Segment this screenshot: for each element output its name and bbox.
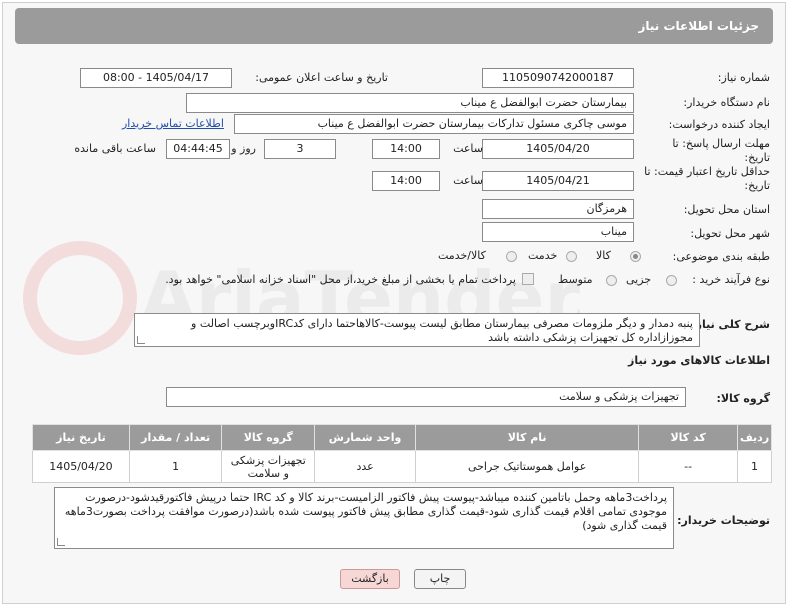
table-row[interactable]: 1 -- عوامل هموستاتیک جراحی عدد تجهیزات پ… <box>32 450 772 483</box>
remaining-label: ساعت باقی مانده <box>74 142 156 155</box>
buyer-notes-label: توضیحات خریدار: <box>677 514 770 527</box>
category-option-both: کالا/خدمت <box>438 249 486 262</box>
announce-label: تاریخ و ساعت اعلان عمومی: <box>255 71 388 84</box>
category-radio-service[interactable] <box>566 251 577 262</box>
cell-qty: 1 <box>128 450 223 483</box>
buyer-notes-textarea[interactable]: پرداخت3ماهه وحمل باتامین کننده میباشد-پی… <box>54 487 674 549</box>
days-label: روز و <box>231 142 256 155</box>
validity-time-label: ساعت <box>453 174 483 187</box>
col-row: ردیف <box>737 424 772 451</box>
province-field[interactable]: هرمزگان <box>482 199 634 219</box>
days-field[interactable]: 3 <box>264 139 336 159</box>
process-radio-minor[interactable] <box>666 275 677 286</box>
category-option-goods: کالا <box>596 249 611 262</box>
announce-field[interactable]: 1405/04/17 - 08:00 <box>80 68 232 88</box>
col-date: تاریخ نیاز <box>32 424 130 451</box>
city-label: شهر محل تحویل: <box>690 227 770 240</box>
cell-code: -- <box>638 450 739 483</box>
cell-group: تجهیزات پزشکی و سلامت <box>221 450 316 483</box>
need-number-field[interactable]: 1105090742000187 <box>482 68 634 88</box>
panel-header: جزئیات اطلاعات نیاز <box>15 8 773 44</box>
cell-date: 1405/04/20 <box>32 450 130 483</box>
requester-label: ایجاد کننده درخواست: <box>668 118 770 131</box>
cell-unit: عدد <box>314 450 417 483</box>
validity-label: حداقل تاریخ اعتبار قیمت: تا تاریخ: <box>644 165 770 192</box>
province-label: استان محل تحویل: <box>683 203 770 216</box>
buyer-org-field[interactable]: بیمارستان حضرت ابوالفضل ع میناب <box>186 93 634 113</box>
cell-name: عوامل هموستاتیک جراحی <box>415 450 640 483</box>
process-radio-medium[interactable] <box>606 275 617 286</box>
col-qty: تعداد / مقدار <box>128 424 223 451</box>
col-unit: واحد شمارش <box>314 424 417 451</box>
goods-info-title: اطلاعات کالاهای مورد نیاز <box>628 354 770 367</box>
requester-field[interactable]: موسی چاکری مسئول تدارکات بیمارستان حضرت … <box>234 114 634 134</box>
cell-row: 1 <box>737 450 772 483</box>
remaining-time-field[interactable]: 04:44:45 <box>166 139 230 159</box>
goods-group-label: گروه کالا: <box>716 392 770 405</box>
category-option-service: خدمت <box>528 249 558 262</box>
buyer-contact-link[interactable]: اطلاعات تماس خریدار <box>122 117 224 130</box>
col-name: نام کالا <box>415 424 640 451</box>
buyer-org-label: نام دستگاه خریدار: <box>683 96 770 109</box>
resize-handle[interactable] <box>137 336 145 344</box>
category-label: طبقه بندی موضوعی: <box>672 250 770 263</box>
description-textarea[interactable]: پنبه دمدار و دیگر ملزومات مصرفی بیمارستا… <box>134 313 700 347</box>
panel-title: جزئیات اطلاعات نیاز <box>638 19 759 33</box>
category-radio-both[interactable] <box>506 251 517 262</box>
deadline-time-label: ساعت <box>453 142 483 155</box>
deadline-label: مهلت ارسال پاسخ: تا تاریخ: <box>672 137 770 164</box>
back-button[interactable]: بازگشت <box>340 569 400 589</box>
validity-time-field[interactable]: 14:00 <box>372 171 440 191</box>
payment-checkbox[interactable] <box>522 273 534 285</box>
table-header-row: ردیف کد کالا نام کالا واحد شمارش گروه کا… <box>32 424 772 451</box>
process-option-medium: متوسط <box>558 273 593 286</box>
validity-date-field[interactable]: 1405/04/21 <box>482 171 634 191</box>
category-radio-goods[interactable] <box>630 251 641 262</box>
resize-handle[interactable] <box>57 538 65 546</box>
description-label: شرح کلی نیاز: <box>691 318 770 331</box>
need-number-label: شماره نیاز: <box>717 71 770 84</box>
deadline-time-field[interactable]: 14:00 <box>372 139 440 159</box>
col-group: گروه کالا <box>221 424 316 451</box>
city-field[interactable]: میناب <box>482 222 634 242</box>
goods-group-field[interactable]: تجهیزات پزشکی و سلامت <box>166 387 686 407</box>
print-button[interactable]: چاپ <box>414 569 466 589</box>
payment-note: پرداخت تمام یا بخشی از مبلغ خرید،از محل … <box>165 273 516 286</box>
col-code: کد کالا <box>638 424 739 451</box>
process-label: نوع فرآیند خرید : <box>692 273 770 286</box>
deadline-date-field[interactable]: 1405/04/20 <box>482 139 634 159</box>
description-text: پنبه دمدار و دیگر ملزومات مصرفی بیمارستا… <box>191 317 693 344</box>
process-option-minor: جزیی <box>626 273 652 286</box>
buyer-notes-text: پرداخت3ماهه وحمل باتامین کننده میباشد-پی… <box>64 491 667 532</box>
items-table: ردیف کد کالا نام کالا واحد شمارش گروه کا… <box>32 424 772 483</box>
